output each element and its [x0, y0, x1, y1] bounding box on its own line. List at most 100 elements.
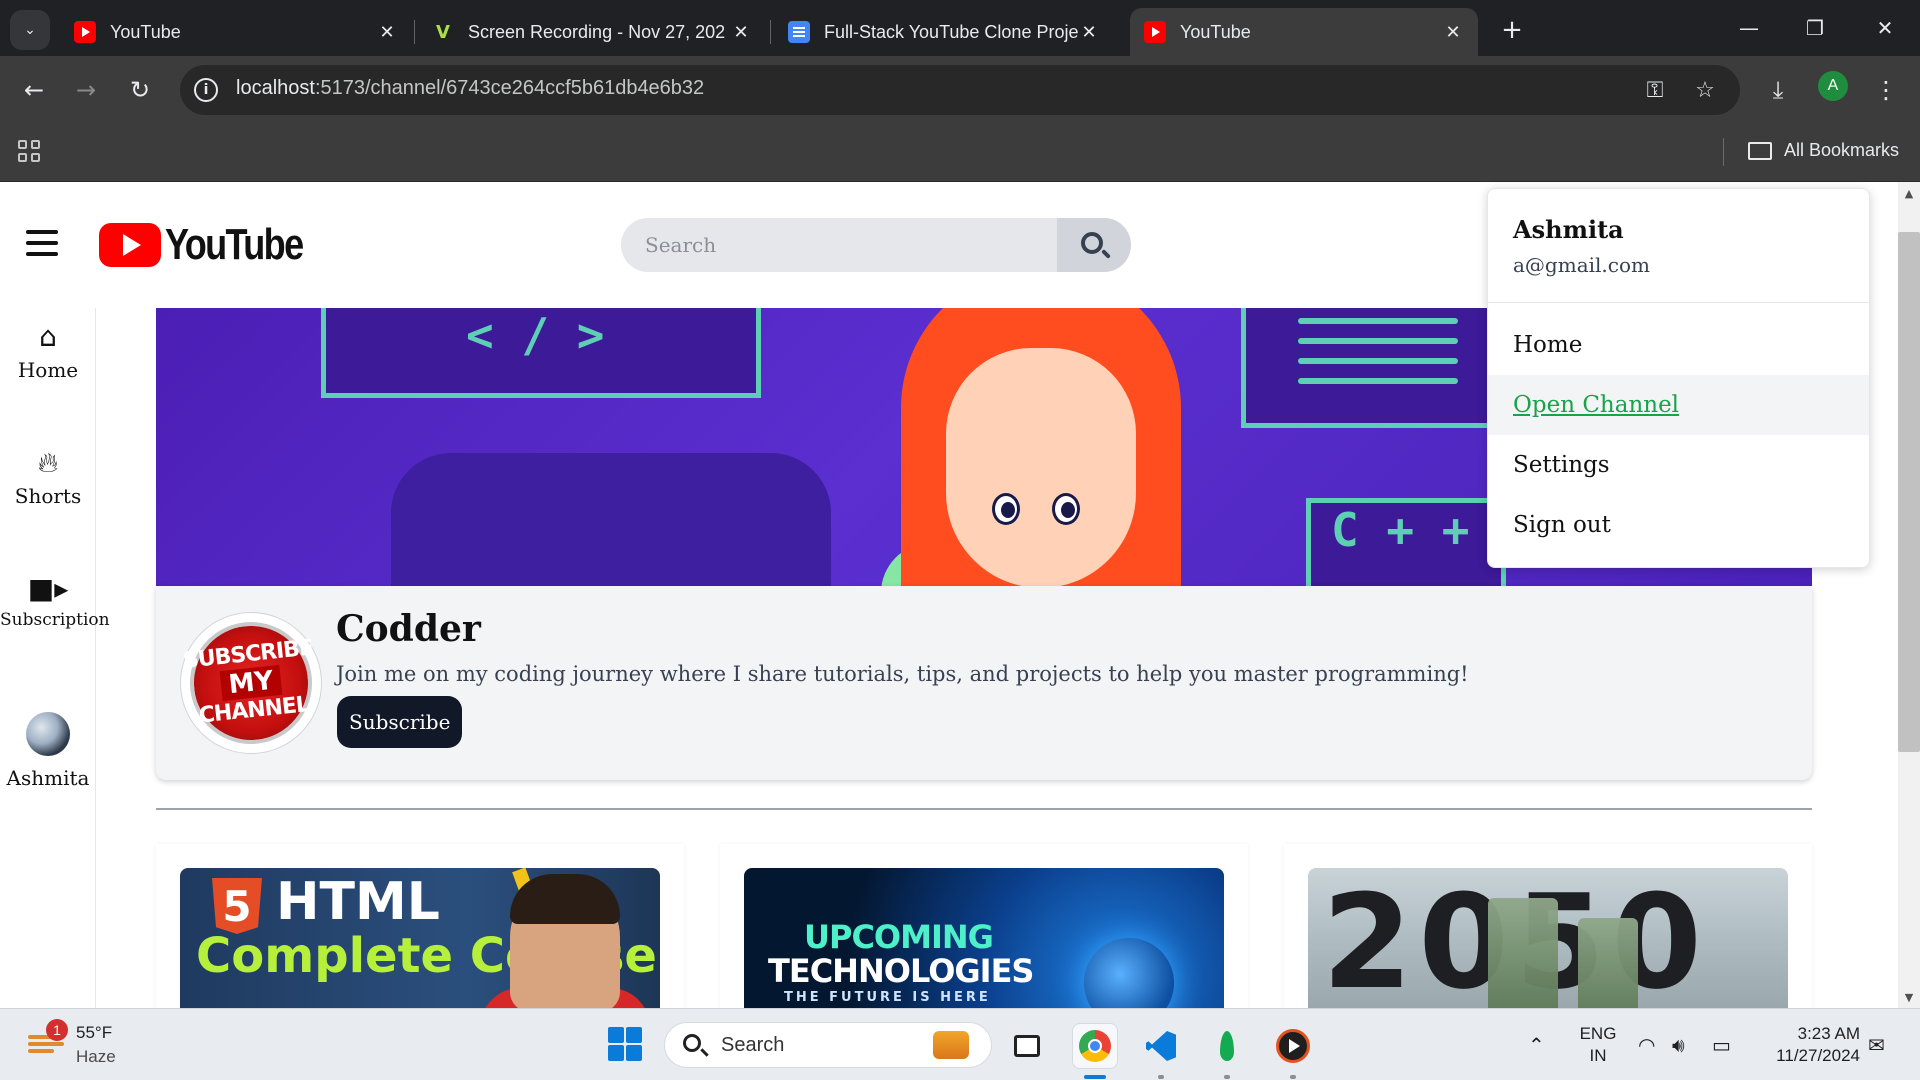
- windows-start-icon[interactable]: [608, 1027, 644, 1063]
- search-bar: [621, 218, 1131, 272]
- video-thumbnail[interactable]: 2050: [1308, 868, 1788, 1008]
- dropdown-item-home[interactable]: Home: [1488, 315, 1869, 375]
- tab-title: YouTube: [1180, 21, 1251, 42]
- scroll-up-arrow-icon[interactable]: ▲: [1898, 182, 1920, 204]
- search-button[interactable]: [1057, 218, 1131, 272]
- avatar: [26, 712, 70, 756]
- video-camera-icon: ■▸: [27, 572, 69, 605]
- address-bar[interactable]: i localhost:5173/channel/6743ce264ccf5b6…: [180, 65, 1740, 115]
- weather-condition[interactable]: Haze: [76, 1047, 116, 1067]
- browser-tab-strip: ⌄ YouTube ✕ V Screen Recording - Nov 27,…: [0, 0, 1920, 56]
- tab-youtube-active[interactable]: YouTube ✕: [1130, 8, 1478, 56]
- sidebar-item-label: Shorts: [14, 484, 82, 508]
- video-card[interactable]: 2050: [1284, 844, 1812, 1008]
- media-player-icon[interactable]: [1270, 1023, 1316, 1069]
- search-input[interactable]: [621, 218, 1057, 272]
- sidebar-item-subscription[interactable]: ■▸ Subscription: [0, 572, 110, 631]
- fire-icon: 🔥︎: [37, 446, 59, 479]
- forward-arrow-icon[interactable]: →: [66, 70, 106, 110]
- close-icon[interactable]: ✕: [1442, 22, 1464, 43]
- minimize-icon[interactable]: —: [1722, 8, 1776, 48]
- banner-character-face: [946, 348, 1136, 586]
- apps-grid-icon[interactable]: [18, 140, 42, 164]
- video-card[interactable]: 5 HTML Complete Course: [156, 844, 684, 1008]
- volume-icon[interactable]: 🔊︎: [1672, 1033, 1685, 1057]
- close-icon[interactable]: ✕: [730, 22, 752, 43]
- weather-temperature[interactable]: 55°F: [76, 1023, 112, 1043]
- bookmark-star-icon[interactable]: ☆: [1690, 75, 1720, 105]
- running-app-indicator: [1224, 1075, 1230, 1079]
- dropdown-item-settings[interactable]: Settings: [1488, 435, 1869, 495]
- tab-screen-recording[interactable]: V Screen Recording - Nov 27, 202 ✕: [418, 8, 766, 56]
- sidebar: ⌂ Home 🔥︎ Shorts ■▸ Subscription Ashmita: [0, 308, 110, 1008]
- windows-taskbar: 1 55°F Haze Search ⌃ ENG IN ◠ 🔊︎ ▭ 3:23 …: [0, 1008, 1920, 1080]
- thumbnail-subtitle: TECHNOLOGIES: [768, 952, 1034, 990]
- download-icon[interactable]: ⤓: [1758, 70, 1798, 110]
- sidebar-item-home[interactable]: ⌂ Home: [0, 320, 96, 383]
- video-thumbnail[interactable]: 5 HTML Complete Course: [180, 868, 660, 1008]
- tab-docs[interactable]: Full-Stack YouTube Clone Proje ✕: [774, 8, 1114, 56]
- close-icon[interactable]: ✕: [376, 22, 398, 43]
- url-text[interactable]: localhost:5173/channel/6743ce264ccf5b61d…: [236, 77, 704, 100]
- close-icon[interactable]: ✕: [1078, 22, 1100, 43]
- all-bookmarks-button[interactable]: All Bookmarks: [1748, 140, 1899, 161]
- tab-search-chevron-icon[interactable]: ⌄: [10, 10, 50, 50]
- show-hidden-icons-chevron-icon[interactable]: ⌃: [1528, 1033, 1545, 1057]
- battery-icon[interactable]: ▭: [1712, 1033, 1731, 1057]
- restore-icon[interactable]: ❐: [1788, 8, 1842, 48]
- task-view-icon[interactable]: [1004, 1023, 1050, 1069]
- bookmarks-bar: All Bookmarks: [0, 124, 1920, 182]
- video-card[interactable]: UPCOMING TECHNOLOGIES THE FUTURE IS HERE: [720, 844, 1248, 1008]
- channel-name: Codder: [336, 608, 481, 650]
- active-app-indicator: [1084, 1075, 1106, 1079]
- language-code: ENG: [1579, 1024, 1617, 1043]
- url-host: localhost: [236, 77, 315, 99]
- back-arrow-icon[interactable]: ←: [14, 70, 54, 110]
- sidebar-item-shorts[interactable]: 🔥︎ Shorts: [0, 446, 96, 509]
- dropdown-item-sign-out[interactable]: Sign out: [1488, 495, 1869, 555]
- home-icon: ⌂: [39, 320, 57, 353]
- profile-avatar[interactable]: A: [1818, 71, 1848, 101]
- wifi-icon[interactable]: ◠: [1638, 1033, 1655, 1057]
- logo-text: YouTube: [165, 220, 304, 269]
- youtube-favicon-icon: [1144, 21, 1166, 43]
- banner-cpp-text: C + +: [1331, 503, 1470, 557]
- tab-title: Full-Stack YouTube Clone Proje: [824, 21, 1078, 42]
- hamburger-menu-icon[interactable]: [26, 230, 58, 256]
- tab-youtube-1[interactable]: YouTube ✕: [60, 8, 412, 56]
- scroll-down-arrow-icon[interactable]: ▼: [1898, 986, 1920, 1008]
- thumbnail-tower: [1488, 898, 1558, 1008]
- subscribe-button[interactable]: Subscribe: [337, 696, 463, 748]
- taskbar-search-label: Search: [721, 1034, 785, 1056]
- site-info-icon[interactable]: i: [194, 78, 218, 102]
- notifications-icon[interactable]: ✉: [1868, 1033, 1885, 1057]
- channel-avatar: SUBSCRIBE MY CHANNEL: [180, 612, 322, 754]
- scrollbar-thumb[interactable]: [1898, 232, 1920, 752]
- youtube-play-icon: [99, 223, 161, 267]
- taskbar-search-box[interactable]: Search: [664, 1022, 992, 1068]
- new-tab-plus-icon[interactable]: +: [1494, 12, 1530, 48]
- browser-toolbar: ← → ↻ i localhost:5173/channel/6743ce264…: [0, 56, 1920, 124]
- language-indicator[interactable]: ENG IN: [1578, 1023, 1618, 1067]
- more-menu-icon[interactable]: ⋮: [1866, 70, 1906, 110]
- sidebar-item-profile[interactable]: Ashmita: [0, 712, 96, 790]
- url-path: :5173/channel/6743ce264ccf5b61db4e6b32: [314, 77, 705, 99]
- reload-icon[interactable]: ↻: [120, 70, 160, 110]
- chrome-icon[interactable]: [1072, 1023, 1118, 1069]
- password-key-icon[interactable]: ⚿: [1640, 75, 1670, 105]
- dropdown-item-open-channel[interactable]: Open Channel: [1488, 375, 1869, 435]
- clock[interactable]: 3:23 AM 11/27/2024: [1756, 1023, 1860, 1067]
- user-dropdown-menu: Ashmita a@gmail.com Home Open Channel Se…: [1487, 188, 1870, 568]
- clock-date: 11/27/2024: [1776, 1046, 1860, 1065]
- video-thumbnail[interactable]: UPCOMING TECHNOLOGIES THE FUTURE IS HERE: [744, 868, 1224, 1008]
- html5-badge-icon: 5: [212, 878, 262, 934]
- youtube-logo[interactable]: YouTube: [99, 220, 333, 270]
- mongodb-leaf-icon[interactable]: [1204, 1023, 1250, 1069]
- tab-divider: [414, 20, 415, 44]
- channel-description: Join me on my coding journey where I sha…: [336, 662, 1469, 686]
- search-icon: [683, 1034, 701, 1052]
- dropdown-user-name: Ashmita: [1513, 215, 1624, 244]
- tab-divider: [770, 20, 771, 44]
- vscode-icon[interactable]: [1138, 1023, 1184, 1069]
- window-close-icon[interactable]: ✕: [1858, 8, 1912, 48]
